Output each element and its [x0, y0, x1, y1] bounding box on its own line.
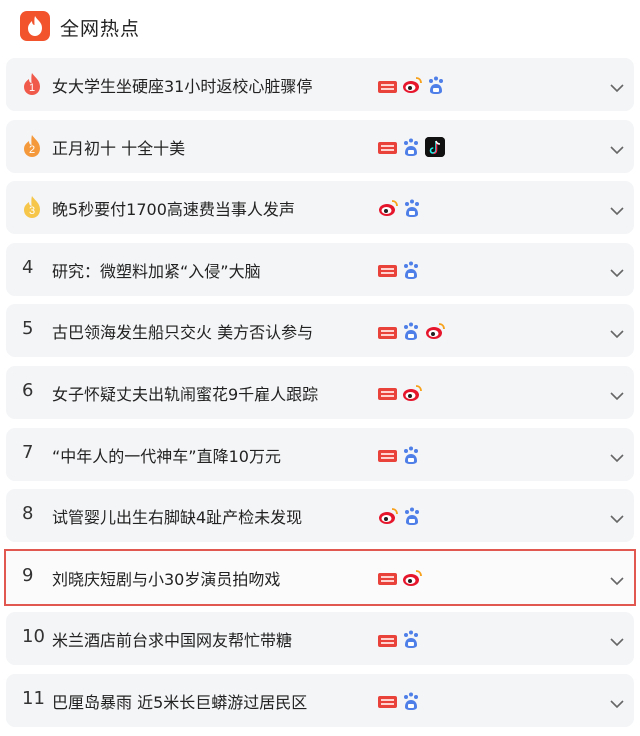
chevron-down-icon[interactable]: [610, 448, 624, 462]
hot-item-row[interactable]: 2 正月初十 十全十美: [6, 119, 634, 173]
baidu-icon: [427, 75, 445, 95]
chevron-down-icon[interactable]: [610, 509, 624, 524]
source-icons: [378, 383, 422, 403]
rank-number: 5: [22, 318, 34, 340]
weibo-icon: [402, 568, 422, 588]
source-icons: [378, 136, 445, 157]
hot-item-title[interactable]: 晚5秒要付1700高速费当事人发声: [52, 196, 295, 220]
source-icons: [378, 321, 445, 341]
toutiao-icon: [378, 696, 397, 709]
baidu-icon: [402, 137, 420, 157]
source-icons: [378, 75, 445, 95]
hot-item-row[interactable]: 8 试管婴儿出生右脚缺4趾产检未发现: [6, 489, 634, 543]
source-icons: [378, 260, 420, 280]
svg-text:2: 2: [29, 144, 35, 156]
hot-item-title[interactable]: 古巴领海发生船只交火 美方否认参与: [52, 319, 313, 343]
header: 全网热点: [0, 0, 640, 58]
weibo-icon: [378, 198, 398, 218]
hot-item-title[interactable]: 女子怀疑丈夫出轨闹蜜花9千雇人跟踪: [52, 381, 318, 405]
source-icons: [378, 629, 420, 649]
hot-item-title[interactable]: 刘晓庆短剧与小30岁演员拍吻戏: [52, 566, 280, 590]
hot-item-row[interactable]: 5 古巴领海发生船只交火 美方否认参与: [6, 304, 634, 358]
douyin-icon: [425, 136, 445, 157]
chevron-down-icon[interactable]: [610, 78, 624, 93]
toutiao-icon: [378, 265, 397, 278]
hot-item-row[interactable]: 4 研究：微塑料加紧“入侵”大脑: [6, 242, 634, 296]
source-icons: [378, 691, 420, 711]
baidu-icon: [402, 260, 420, 280]
toutiao-icon: [378, 80, 397, 93]
baidu-icon: [403, 506, 421, 526]
hot-item-title[interactable]: 研究：微塑料加紧“入侵”大脑: [52, 258, 261, 282]
chevron-down-icon[interactable]: [610, 571, 624, 585]
rank-flame-icon: 1: [22, 72, 42, 96]
weibo-icon: [402, 75, 422, 95]
hot-item-title[interactable]: 试管婴儿出生右脚缺4趾产检未发现: [52, 504, 302, 528]
hot-item-row[interactable]: 9 刘晓庆短剧与小30岁演员拍吻戏: [4, 548, 636, 606]
hot-item-row[interactable]: 7 “中年人的一代神车”直降10万元: [6, 427, 634, 481]
rank-number: 11: [22, 687, 45, 709]
rank-flame-icon: 3: [22, 195, 42, 219]
baidu-icon: [402, 445, 420, 465]
rank-number: 8: [22, 503, 34, 525]
rank-flame-icon: 2: [22, 134, 42, 158]
toutiao-icon: [378, 326, 397, 339]
source-icons: [378, 198, 421, 218]
chevron-down-icon[interactable]: [610, 140, 624, 154]
source-icons: [378, 506, 421, 526]
rank-number: 6: [22, 379, 34, 401]
hot-list: 1 女大学生坐硬座31小时返校心脏骤停 2 正月初十 十全十美 3 晚5秒要付1700高速…: [0, 58, 640, 736]
toutiao-icon: [378, 142, 397, 155]
hot-item-row[interactable]: 1 女大学生坐硬座31小时返校心脏骤停: [6, 58, 634, 111]
svg-text:3: 3: [29, 205, 35, 217]
hot-item-row[interactable]: 10 米兰酒店前台求中国网友帮忙带糖: [6, 612, 634, 666]
weibo-icon: [378, 506, 398, 526]
hot-item-title[interactable]: 巴厘岛暴雨 近5米长巨蟒游过居民区: [52, 689, 307, 713]
hot-item-title[interactable]: 正月初十 十全十美: [52, 135, 185, 159]
svg-text:1: 1: [29, 82, 35, 94]
chevron-down-icon[interactable]: [610, 263, 624, 277]
baidu-icon: [402, 691, 420, 711]
chevron-down-icon[interactable]: [610, 694, 624, 709]
toutiao-icon: [378, 573, 397, 586]
rank-number: 7: [22, 441, 34, 463]
toutiao-icon: [378, 388, 397, 401]
source-icons: [378, 445, 420, 465]
rank-number: 9: [22, 564, 34, 586]
hot-item-row[interactable]: 11 巴厘岛暴雨 近5米长巨蟒游过居民区: [6, 673, 634, 727]
rank-number: 4: [22, 256, 34, 278]
baidu-icon: [403, 198, 421, 218]
chevron-down-icon[interactable]: [610, 386, 624, 401]
toutiao-icon: [378, 634, 397, 647]
hot-item-title[interactable]: “中年人的一代神车”直降10万元: [52, 443, 281, 467]
weibo-icon: [425, 321, 445, 341]
hot-item-title[interactable]: 米兰酒店前台求中国网友帮忙带糖: [52, 627, 292, 651]
weibo-icon: [402, 383, 422, 403]
chevron-down-icon[interactable]: [610, 324, 624, 339]
flame-logo-icon: [20, 11, 50, 41]
chevron-down-icon[interactable]: [610, 632, 624, 647]
baidu-icon: [402, 321, 420, 341]
hot-item-row[interactable]: 3 晚5秒要付1700高速费当事人发声: [6, 181, 634, 235]
hot-item-title[interactable]: 女大学生坐硬座31小时返校心脏骤停: [52, 73, 312, 97]
toutiao-icon: [378, 450, 397, 463]
baidu-icon: [402, 629, 420, 649]
rank-number: 10: [22, 626, 45, 648]
source-icons: [378, 568, 422, 588]
hot-item-row[interactable]: 6 女子怀疑丈夫出轨闹蜜花9千雇人跟踪: [6, 365, 634, 419]
chevron-down-icon[interactable]: [610, 201, 624, 216]
page-title: 全网热点: [60, 18, 141, 40]
